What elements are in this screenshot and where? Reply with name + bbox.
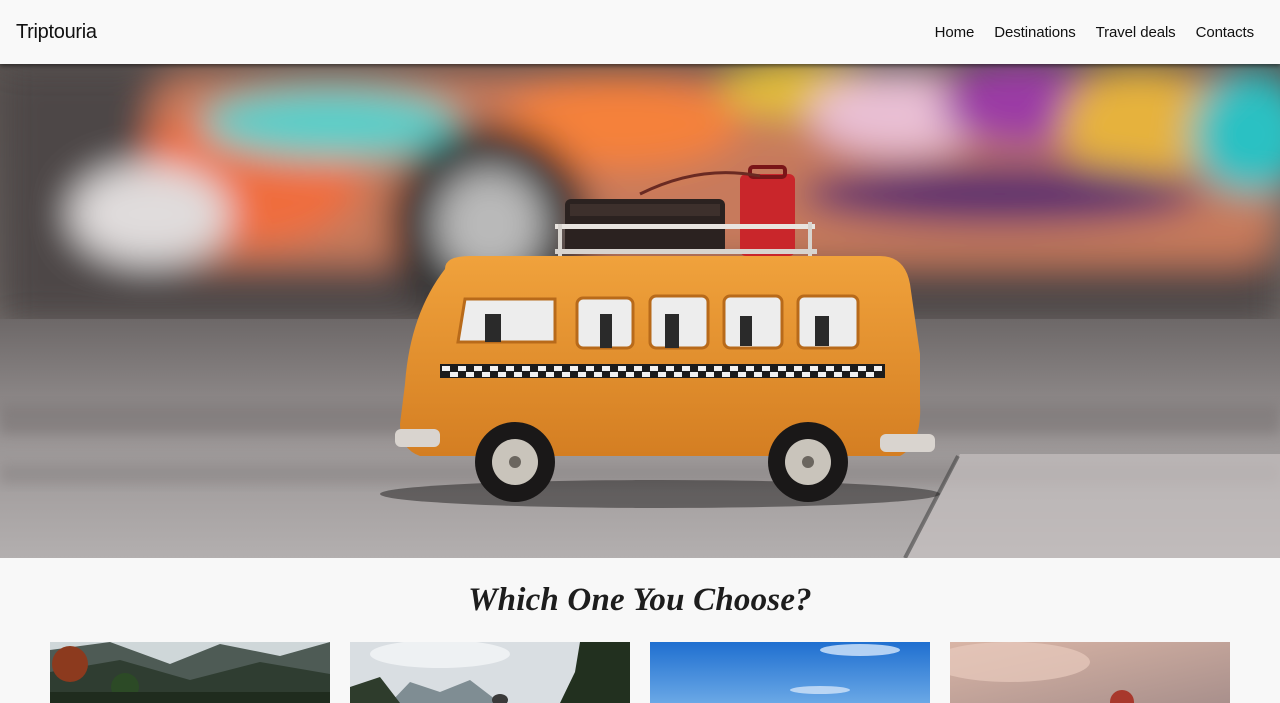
nav-link-destinations[interactable]: Destinations [994,24,1075,41]
blue-sky-photo [650,642,930,703]
navbar: Triptouria Home Destinations Travel deal… [0,0,1280,64]
destination-card[interactable] [350,642,630,703]
section-title: Which One You Choose? [468,582,812,618]
destination-cards [50,642,1230,703]
toy-van-photo [0,64,1280,558]
destination-card[interactable] [50,642,330,703]
nav-link-contacts[interactable]: Contacts [1196,24,1255,41]
sunset-person-photo [950,642,1230,703]
nav-link-travel-deals[interactable]: Travel deals [1096,24,1176,41]
nav-links: Home Destinations Travel deals Contacts [935,24,1254,41]
destination-card[interactable] [650,642,930,703]
hero-image [0,64,1280,558]
mountain-valley-photo [50,642,330,703]
nav-link-home[interactable]: Home [935,24,975,41]
brand-logo[interactable]: Triptouria [16,21,97,44]
lake-forest-photo [350,642,630,703]
destination-card[interactable] [950,642,1230,703]
